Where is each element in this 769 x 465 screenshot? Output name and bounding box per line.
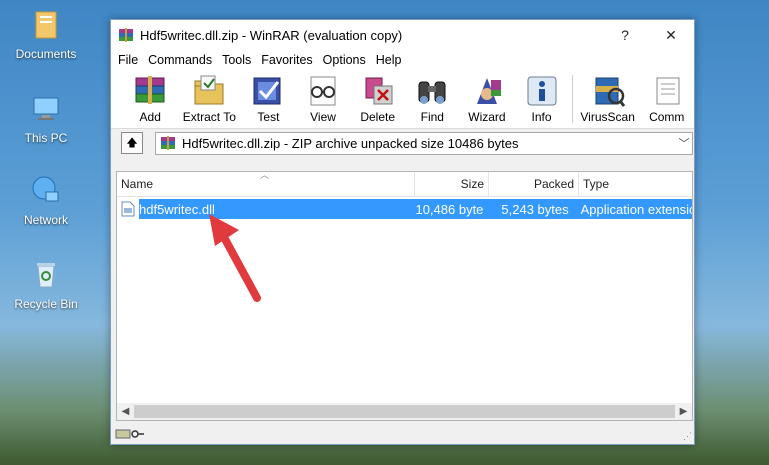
extract-folder-icon	[194, 75, 224, 105]
desktop-icon-this-pc[interactable]: This PC	[8, 92, 84, 145]
toolbar-separator	[571, 75, 573, 123]
file-type: Application extensio	[580, 201, 692, 217]
address-field[interactable]: Hdf5writec.dll.zip - ZIP archive unpacke…	[155, 131, 693, 155]
desktop-icon-label: Recycle Bin	[14, 297, 78, 311]
toolbar-label: Delete	[360, 110, 396, 124]
toolbar-info-button[interactable]: Info	[514, 70, 569, 124]
toolbar: Add Extract To Test View Delete Find Wiz…	[111, 70, 694, 129]
toolbar-label: Info	[531, 110, 552, 124]
toolbar-label: Comm	[649, 110, 685, 124]
computer-icon	[33, 97, 59, 120]
toolbar-comment-button[interactable]: Comm	[639, 70, 694, 124]
comment-icon	[656, 77, 680, 105]
file-name: hdf5writec.dll	[139, 201, 215, 217]
chevron-down-icon[interactable]: ﹀	[676, 135, 692, 151]
toolbar-wizard-button[interactable]: Wizard	[460, 70, 515, 124]
menu-bar: File Commands Tools Favorites Options He…	[111, 50, 694, 70]
desktop-icon-label: Network	[23, 213, 68, 227]
sort-arrow-icon: ︿	[260, 170, 270, 180]
file-list: ︿ Name Size Packed Type hdf5writec.dll 1…	[116, 170, 693, 421]
scrollbar-thumb[interactable]	[134, 405, 675, 418]
arrow-up-icon: 🡅	[126, 136, 138, 149]
column-packed[interactable]: Packed	[489, 172, 579, 196]
toolbar-label: Add	[139, 110, 161, 124]
toolbar-virusscan-button[interactable]: VirusScan	[576, 70, 640, 124]
toolbar-label: Test	[257, 110, 280, 124]
delete-icon	[365, 77, 393, 105]
network-icon	[32, 176, 59, 202]
menu-commands[interactable]: Commands	[143, 53, 217, 67]
table-row[interactable]: hdf5writec.dll 10,486 byte 5,243 bytes A…	[117, 199, 692, 219]
winrar-window: Hdf5writec.dll.zip - WinRAR (evaluation …	[110, 19, 695, 445]
menu-favorites[interactable]: Favorites	[256, 53, 317, 67]
drive-key-icon	[115, 429, 144, 439]
file-list-header: ︿ Name Size Packed Type	[117, 170, 692, 197]
menu-help[interactable]: Help	[371, 53, 407, 67]
glasses-icon	[310, 76, 336, 106]
menu-file[interactable]: File	[113, 53, 143, 67]
dll-file-icon	[121, 201, 135, 217]
books-icon	[135, 76, 165, 104]
close-button[interactable]: ✕	[648, 20, 694, 50]
toolbar-label: VirusScan	[580, 110, 635, 124]
binoculars-icon	[418, 81, 446, 104]
address-bar: 🡅 Hdf5writec.dll.zip - ZIP archive unpac…	[111, 129, 694, 157]
file-packed: 5,243 bytes	[501, 201, 569, 217]
virusscan-icon	[595, 77, 625, 107]
up-folder-button[interactable]: 🡅	[121, 132, 143, 154]
resize-grip-icon[interactable]: ⋰	[683, 431, 692, 442]
zip-archive-icon	[161, 136, 175, 150]
info-icon	[527, 76, 557, 106]
toolbar-extract-to-button[interactable]: Extract To	[178, 70, 242, 124]
column-size[interactable]: Size	[415, 172, 489, 196]
recycle-bin-icon	[37, 263, 55, 288]
toolbar-label: Wizard	[468, 110, 506, 124]
desktop-icon-recycle-bin[interactable]: Recycle Bin	[8, 258, 84, 311]
winrar-app-icon	[119, 28, 133, 42]
toolbar-label: View	[310, 110, 336, 124]
menu-options[interactable]: Options	[318, 53, 371, 67]
desktop-icon-label: Documents	[15, 47, 77, 61]
file-size: 10,486 byte	[415, 201, 484, 217]
test-checkmark-icon	[253, 77, 281, 105]
help-button[interactable]: ?	[602, 20, 648, 50]
toolbar-view-button[interactable]: View	[296, 70, 351, 124]
status-bar: ⋰	[111, 424, 694, 444]
horizontal-scrollbar[interactable]: ◀ ▶	[117, 403, 692, 420]
toolbar-label: Find	[420, 110, 444, 124]
desktop-icon-label: This PC	[24, 131, 68, 145]
menu-tools[interactable]: Tools	[217, 53, 256, 67]
toolbar-add-button[interactable]: Add	[123, 70, 178, 124]
wizard-icon	[476, 78, 501, 104]
toolbar-label: Extract To	[182, 110, 236, 124]
window-title: Hdf5writec.dll.zip - WinRAR (evaluation …	[140, 27, 403, 43]
red-arrow-annotation	[209, 214, 261, 302]
toolbar-delete-button[interactable]: Delete	[350, 70, 405, 124]
column-type[interactable]: Type	[579, 172, 691, 196]
folder-icon	[35, 11, 57, 39]
toolbar-find-button[interactable]: Find	[405, 70, 460, 124]
desktop-icon-documents[interactable]: Documents	[8, 8, 84, 61]
address-text: Hdf5writec.dll.zip - ZIP archive unpacke…	[182, 135, 519, 151]
scroll-left-icon[interactable]: ◀	[117, 406, 134, 417]
desktop-icon-network[interactable]: Network	[8, 174, 84, 227]
toolbar-test-button[interactable]: Test	[241, 70, 296, 124]
scroll-right-icon[interactable]: ▶	[675, 406, 692, 417]
title-bar[interactable]: Hdf5writec.dll.zip - WinRAR (evaluation …	[111, 20, 694, 50]
